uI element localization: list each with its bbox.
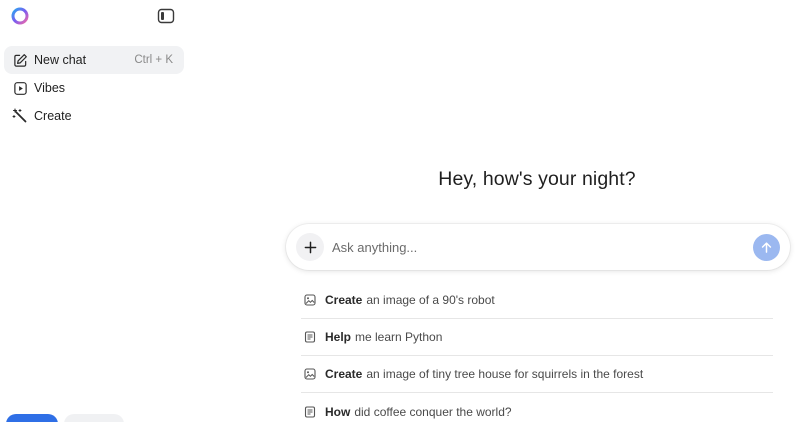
- sidebar-toggle-icon[interactable]: [157, 8, 175, 24]
- magic-wand-icon: [12, 108, 28, 124]
- suggestion-text: me learn Python: [355, 330, 443, 344]
- suggestion-item[interactable]: Create an image of a 90's robot: [301, 282, 773, 319]
- arrow-up-icon: [760, 241, 773, 254]
- suggestion-item[interactable]: Help me learn Python: [301, 319, 773, 356]
- image-icon: [303, 293, 317, 307]
- suggestion-keyword: How: [325, 404, 351, 419]
- play-square-icon: [12, 80, 28, 96]
- bottom-primary-button[interactable]: [6, 414, 58, 422]
- sidebar-item-label: Create: [34, 109, 72, 123]
- app-window: New chat Ctrl + K Vibes Create Hey, how'…: [0, 0, 800, 422]
- sidebar-item-vibes[interactable]: Vibes: [4, 74, 184, 102]
- suggestion-list: Create an image of a 90's robot Help me …: [301, 282, 773, 422]
- suggestion-keyword: Help: [325, 330, 352, 344]
- keyboard-shortcut: Ctrl + K: [134, 54, 173, 66]
- image-icon: [303, 367, 317, 381]
- chat-composer: [286, 224, 790, 270]
- book-icon: [303, 330, 317, 344]
- book-icon: [303, 405, 317, 419]
- sidebar-item-label: New chat: [34, 53, 87, 67]
- suggestion-item[interactable]: Create an image of tiny tree house for s…: [301, 356, 773, 393]
- suggestion-text: an image of tiny tree house for squirrel…: [366, 367, 644, 381]
- edit-icon: [12, 52, 28, 68]
- send-button[interactable]: [753, 234, 780, 261]
- copilot-logo-icon[interactable]: [10, 6, 30, 26]
- suggestion-keyword: Create: [325, 293, 363, 307]
- suggestion-item[interactable]: How did coffee conquer the world?: [301, 393, 773, 422]
- ask-anything-input[interactable]: [332, 236, 732, 258]
- suggestion-text: did coffee conquer the world?: [354, 404, 512, 419]
- suggestion-text: an image of a 90's robot: [366, 293, 495, 307]
- sidebar-item-label: Vibes: [34, 81, 66, 95]
- sidebar-item-create[interactable]: Create: [4, 102, 184, 130]
- plus-icon[interactable]: [296, 233, 324, 261]
- greeting-heading: Hey, how's your night?: [438, 168, 636, 190]
- suggestion-keyword: Create: [325, 367, 363, 381]
- bottom-secondary-button[interactable]: [64, 414, 124, 422]
- sidebar-item-new-chat[interactable]: New chat Ctrl + K: [4, 46, 184, 74]
- sidebar: New chat Ctrl + K Vibes Create: [0, 0, 192, 422]
